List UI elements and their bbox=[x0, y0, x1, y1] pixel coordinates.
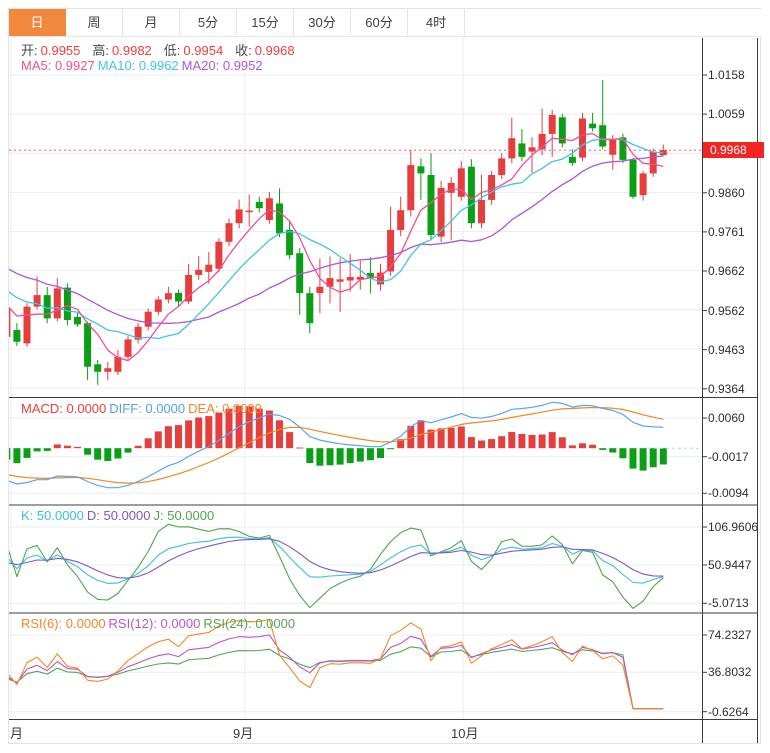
ma-legend-item: MA20: 0.9952 bbox=[181, 58, 263, 73]
kdj-axis-label: 50.9447 bbox=[708, 558, 752, 572]
kdj-axis-label: 106.9606 bbox=[708, 520, 759, 534]
rsi-axis-label: -0.6264 bbox=[708, 704, 749, 719]
ohlc-label: 低: bbox=[163, 43, 181, 58]
kdj-legend-item: K: 50.0000 bbox=[21, 508, 84, 523]
ohlc-label: 收: bbox=[235, 43, 252, 58]
price-axis-label: 1.0059 bbox=[708, 107, 745, 122]
price-axis-label: 0.9562 bbox=[708, 303, 745, 318]
main-price-panel[interactable] bbox=[3, 80, 702, 385]
tab-month[interactable]: 月 bbox=[123, 9, 180, 36]
rsi-legend: RSI(6): 0.0000 RSI(12): 0.0000 RSI(24): 0.… bbox=[21, 616, 298, 631]
rsi-axis-label: 36.8032 bbox=[708, 665, 752, 680]
tab-60min[interactable]: 60分 bbox=[351, 9, 408, 36]
x-axis-label: 10月 bbox=[451, 726, 479, 741]
kdj-legend-item: J: 50.0000 bbox=[153, 508, 215, 523]
rsi-legend-item: RSI(6): 0.0000 bbox=[21, 616, 106, 631]
ohlc-value: 0.9982 bbox=[112, 43, 152, 58]
timeframe-tabbar[interactable]: 日周月 5分 15分 30分 60分 4时 bbox=[9, 9, 761, 37]
macd-legend-item: MACD: 0.0000 bbox=[21, 401, 107, 416]
tab-4hour[interactable]: 4时 bbox=[408, 9, 465, 36]
ohlc-label: 开: bbox=[21, 43, 38, 58]
tab-30min[interactable]: 30分 bbox=[294, 9, 351, 36]
macd-legend-item: DEA: 0.0000 bbox=[188, 401, 262, 416]
ohlc-legend: 开: 0.9955 高: 0.9982 低: 0.9954 收: 0.9968 bbox=[21, 40, 307, 59]
macd-legend-item: DIFF: 0.0000 bbox=[109, 401, 186, 416]
kdj-axis-label: -5.0713 bbox=[708, 596, 749, 611]
ohlc-label: 高: bbox=[92, 43, 110, 58]
ma-legend: MA5: 0.9927 MA10: 0.9962 MA20: 0.9952 bbox=[21, 58, 266, 73]
ma-legend-item: MA5: 0.9927 bbox=[21, 58, 95, 73]
ohlc-value: 0.9954 bbox=[183, 43, 224, 58]
price-axis-label: 0.9860 bbox=[708, 185, 745, 200]
rsi-legend-item: RSI(24): 0.0000 bbox=[203, 616, 296, 631]
rsi-panel[interactable] bbox=[7, 618, 664, 710]
ohlc-value: 0.9955 bbox=[40, 43, 81, 58]
x-axis-label: 月 bbox=[10, 726, 24, 741]
macd-axis-label: -0.0017 bbox=[708, 449, 749, 464]
price-axis-label: 1.0158 bbox=[708, 68, 745, 82]
ohlc-value: 0.9968 bbox=[254, 43, 295, 58]
tab-15min[interactable]: 15分 bbox=[237, 9, 294, 36]
price-axis-label: 0.9463 bbox=[708, 342, 745, 357]
tab-5min[interactable]: 5分 bbox=[180, 9, 237, 36]
ma-legend-item: MA10: 0.9962 bbox=[97, 58, 179, 73]
price-axis-label: 0.9364 bbox=[708, 381, 745, 396]
price-axis-label: 0.9662 bbox=[708, 264, 745, 279]
kdj-panel[interactable] bbox=[7, 523, 664, 609]
rsi-legend-item: RSI(12): 0.0000 bbox=[108, 616, 201, 631]
macd-axis-label: -0.0094 bbox=[708, 486, 749, 501]
kdj-legend-item: D: 50.0000 bbox=[86, 508, 151, 523]
macd-axis-label: 0.0060 bbox=[708, 411, 745, 425]
current-price-tag: 0.9968 bbox=[703, 142, 764, 158]
macd-legend: MACD: 0.0000 DIFF: 0.0000 DEA: 0.0000 bbox=[21, 401, 265, 416]
candlestick-chart-canvas[interactable] bbox=[0, 0, 770, 753]
rsi-axis-label: 74.2327 bbox=[708, 628, 752, 642]
panel-frames bbox=[8, 38, 758, 744]
x-axis-label: 9月 bbox=[233, 726, 254, 741]
tab-week[interactable]: 周 bbox=[66, 9, 123, 36]
price-axis-label: 0.9761 bbox=[708, 224, 745, 239]
kdj-legend: K: 50.0000 D: 50.0000 J: 50.0000 bbox=[21, 508, 217, 523]
tab-day[interactable]: 日 bbox=[9, 9, 66, 36]
